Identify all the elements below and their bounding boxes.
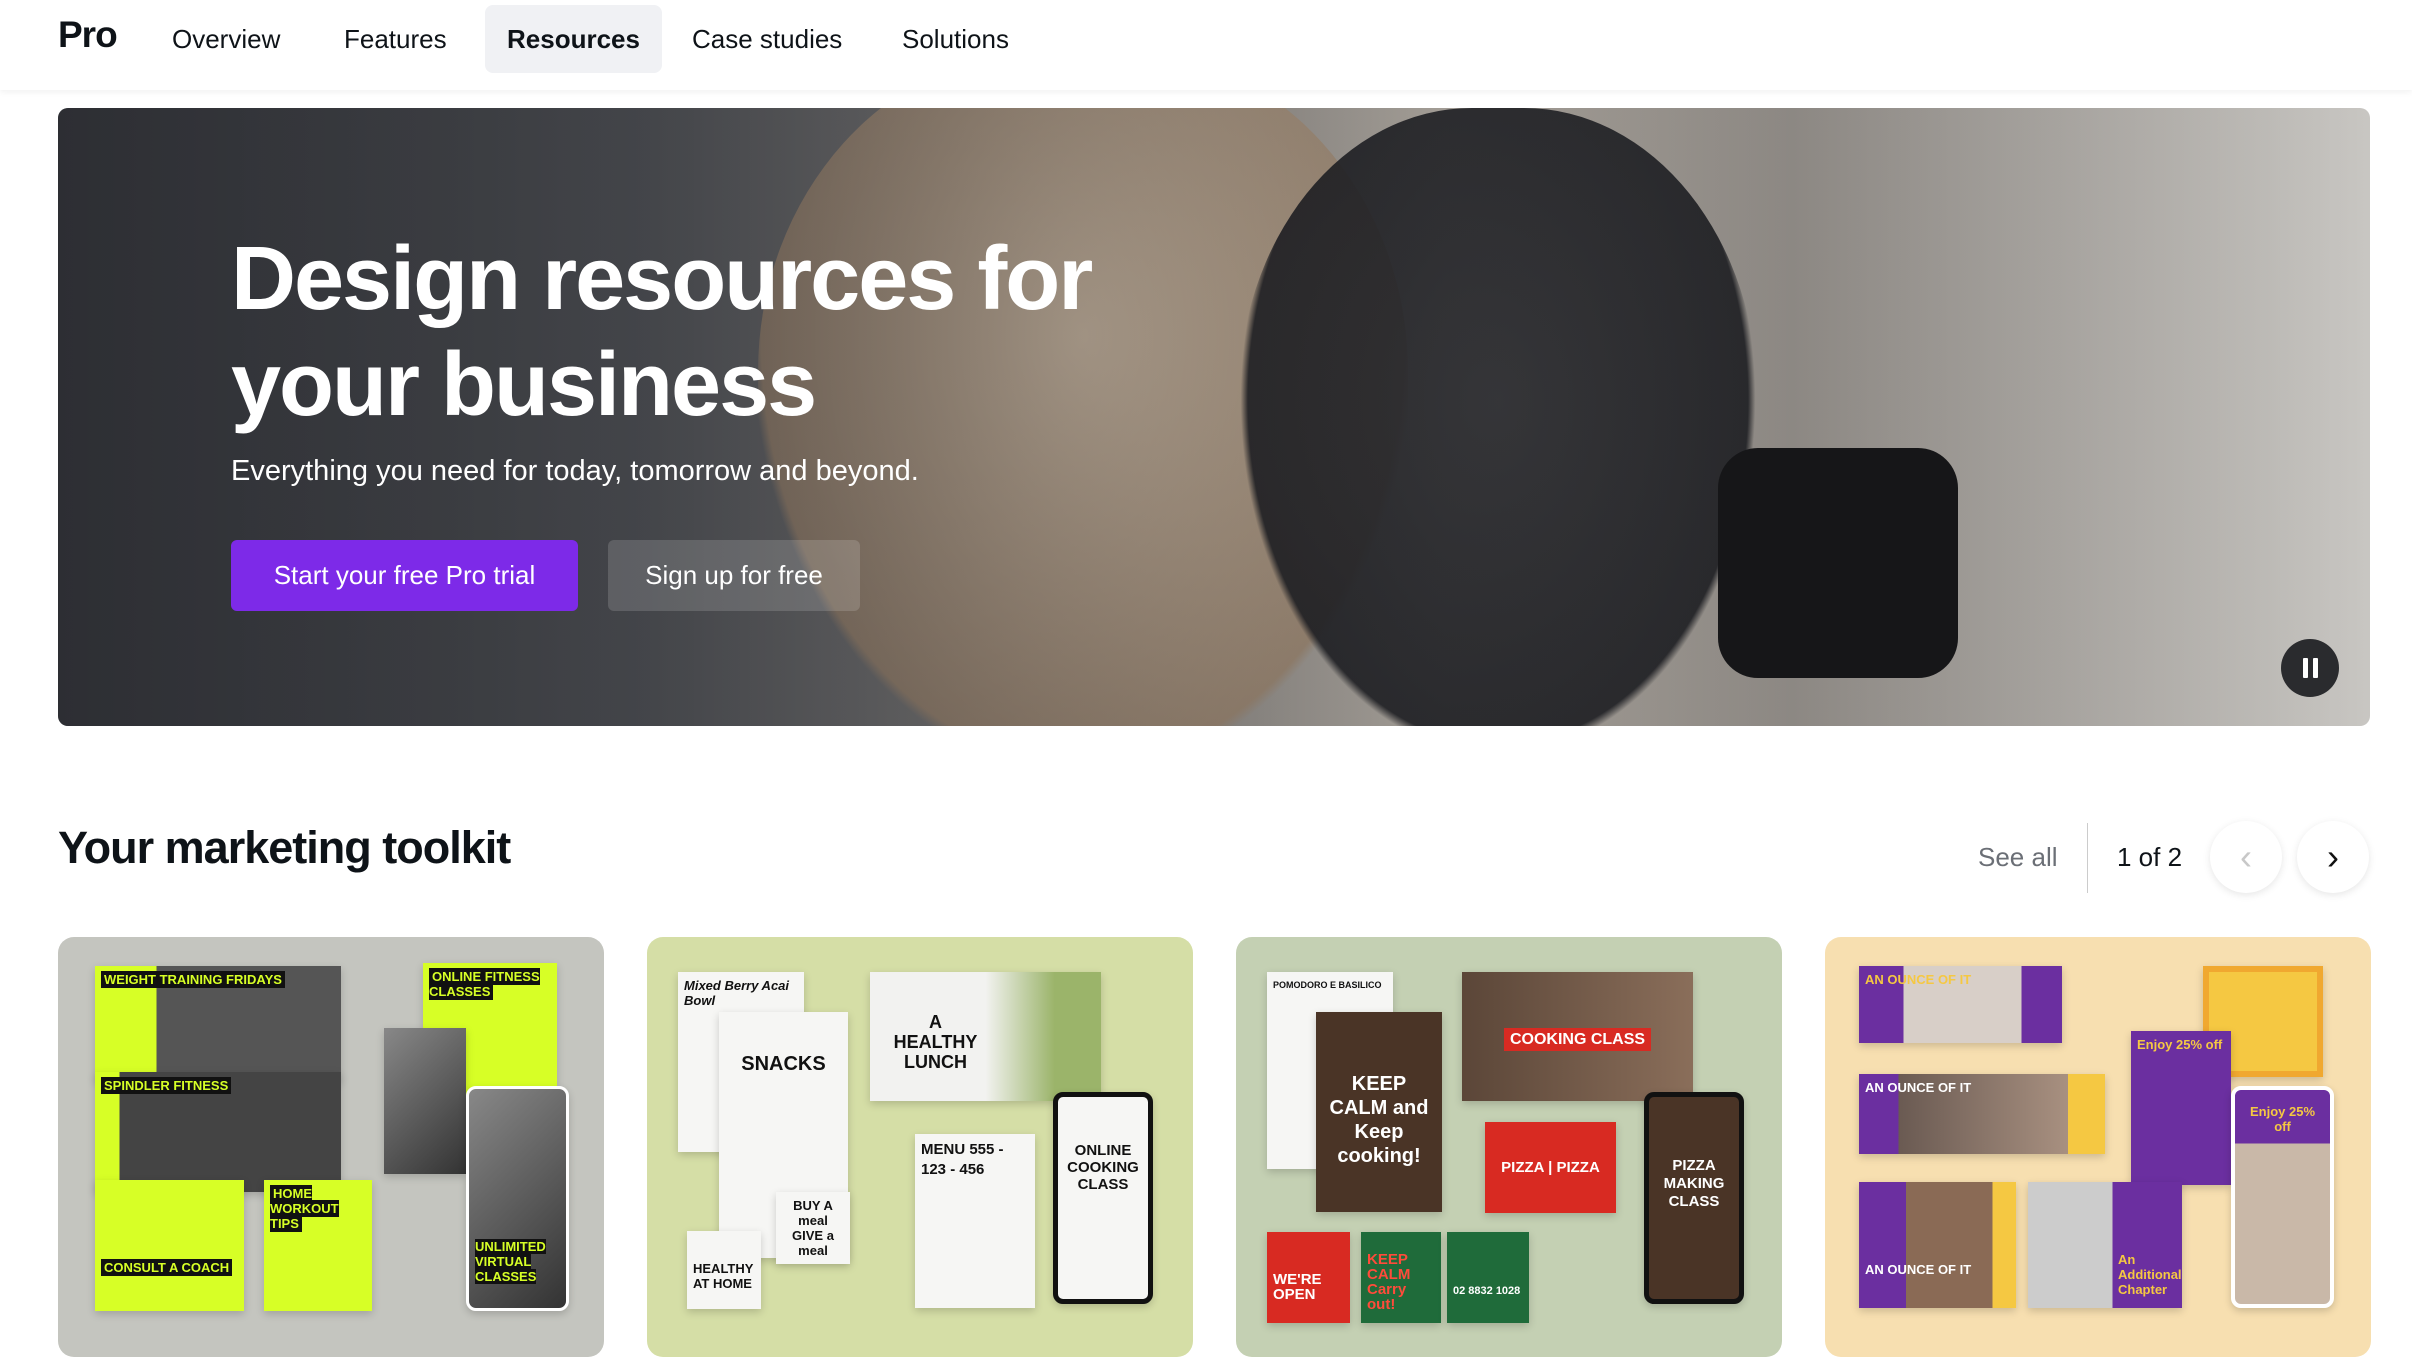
pause-button[interactable] [2281, 639, 2339, 697]
start-pro-trial-button[interactable]: Start your free Pro trial [231, 540, 578, 611]
hero-banner: Design resources for your business Every… [58, 108, 2370, 726]
tile-text: WE'RE OPEN [1267, 1232, 1350, 1323]
toolkit-card-restaurant[interactable]: POMODORO E BASILICO KEEP CALM and Keep c… [1236, 937, 1782, 1357]
tile-text: KEEP CALM Carry out! [1361, 1232, 1441, 1323]
toolkit-card-fitness[interactable]: WEIGHT TRAINING FRIDAYS ONLINE FITNESS C… [58, 937, 604, 1357]
tile-text: 02 8832 1028 [1447, 1232, 1529, 1323]
tile-text: An Additional Chapter [2118, 1252, 2182, 1297]
top-nav: Pro Overview Features Resources Case stu… [0, 0, 2412, 90]
tile-text: PIZZA | PIZZA [1485, 1122, 1616, 1213]
sign-up-free-button[interactable]: Sign up for free [608, 540, 860, 611]
toolkit-card-food[interactable]: Mixed Berry Acai Bowl SNACKS A HEALTHY L… [647, 937, 1193, 1357]
tile-text: Enjoy 25% off [2137, 1037, 2223, 1052]
nav-solutions[interactable]: Solutions [880, 5, 1031, 73]
tile-text: Enjoy 25% off [2249, 1104, 2316, 1134]
tile-text: UNLIMITED VIRTUAL CLASSES [475, 1239, 546, 1284]
tile-text: COOKING CLASS [1503, 1028, 1652, 1051]
divider [2087, 823, 2088, 893]
pause-icon [2302, 658, 2308, 678]
hero-title: Design resources for your business [231, 229, 1093, 435]
page-indicator: 1 of 2 [2117, 842, 2183, 872]
chevron-left-icon: ‹ [2240, 836, 2252, 877]
tile-text: AN OUNCE OF IT [1865, 972, 1972, 987]
tile-text: PIZZA MAKING CLASS [1644, 1092, 1744, 1304]
toolkit-card-books[interactable]: AN OUNCE OF IT AN OUNCE OF IT Enjoy 25% … [1825, 937, 2371, 1357]
tile-text: BUY A meal GIVE a meal [776, 1192, 850, 1264]
nav-case-studies[interactable]: Case studies [670, 5, 864, 73]
see-all-link[interactable]: See all [1978, 842, 2058, 873]
nav-features[interactable]: Features [322, 5, 469, 73]
tile-text: AN OUNCE OF IT [1865, 1080, 1972, 1095]
nav-overview[interactable]: Overview [150, 5, 302, 73]
section-title: Your marketing toolkit [58, 822, 511, 873]
tile-text: KEEP CALM and Keep cooking! [1316, 1012, 1442, 1212]
tile-text: MENU 555 - 123 - 456 [915, 1134, 1035, 1308]
hero-subtitle: Everything you need for today, tomorrow … [231, 455, 919, 487]
tile-text: HEALTHY AT HOME [687, 1231, 761, 1309]
tile-text: HOME WORKOUT TIPS [270, 1185, 339, 1232]
tile-text: CONSULT A COACH [101, 1259, 233, 1276]
tile-text: ONLINE FITNESS CLASSES [429, 968, 540, 1000]
logo[interactable]: Pro [58, 14, 118, 56]
tile-text: WEIGHT TRAINING FRIDAYS [101, 971, 285, 988]
tile-text: ONLINE COOKING CLASS [1053, 1092, 1153, 1304]
chevron-right-icon: › [2327, 836, 2339, 877]
tile-text: SPINDLER FITNESS [101, 1077, 232, 1094]
tile-text: A HEALTHY LUNCH [870, 972, 1101, 1101]
nav-resources[interactable]: Resources [485, 5, 662, 73]
prev-button[interactable]: ‹ [2210, 821, 2282, 893]
next-button[interactable]: › [2297, 821, 2369, 893]
tile-text: AN OUNCE OF IT [1865, 1262, 1972, 1277]
